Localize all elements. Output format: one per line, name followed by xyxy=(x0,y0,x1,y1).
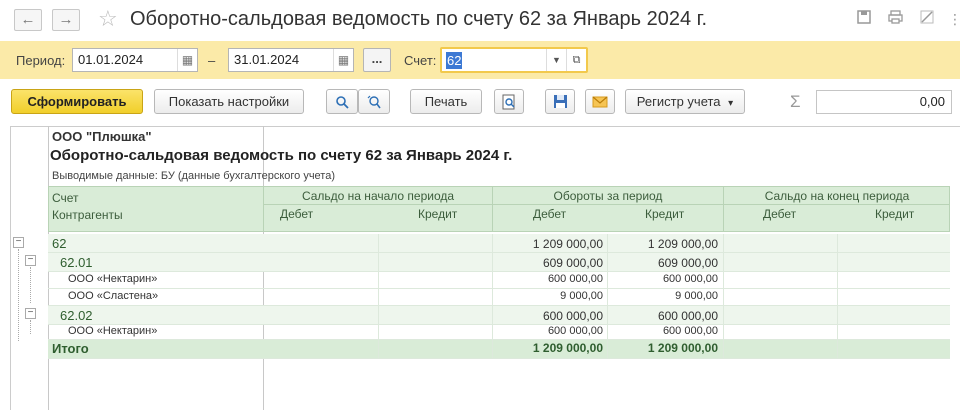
report-heading: Оборотно-сальдовая ведомость по счету 62… xyxy=(50,147,513,164)
registry-label: Регистр учета xyxy=(636,94,721,109)
debit-turnover: 9 000,00 xyxy=(560,290,603,302)
window-title: Оборотно-сальдовая ведомость по счету 62… xyxy=(130,8,708,30)
header-debit: Дебет xyxy=(280,207,314,221)
forward-arrow-icon[interactable]: → xyxy=(52,9,80,31)
debit-turnover: 600 000,00 xyxy=(547,325,603,337)
header-account: Счет xyxy=(52,191,79,205)
credit-turnover: 600 000,00 xyxy=(662,273,718,285)
calendar-icon[interactable]: ▦ xyxy=(333,49,353,71)
favorite-star-icon[interactable]: ☆ xyxy=(98,6,118,32)
period-label: Период: xyxy=(16,53,66,68)
sum-icon: Σ xyxy=(790,92,801,111)
back-arrow-icon[interactable]: ← xyxy=(14,9,42,31)
more-icon[interactable]: ⋮ xyxy=(946,10,960,28)
open-icon[interactable]: ⧉ xyxy=(566,49,586,71)
send-email-button[interactable] xyxy=(585,89,615,114)
calendar-icon[interactable]: ▦ xyxy=(177,49,197,71)
organization-name: ООО "Плюшка" xyxy=(52,129,152,144)
total-debit-turnover: 1 209 000,00 xyxy=(532,341,603,355)
collapse-icon[interactable]: − xyxy=(13,237,24,248)
row-counterparty: ООО «Нектарин» xyxy=(68,325,158,337)
header-credit: Кредит xyxy=(645,207,685,221)
header-opening-balance: Сальдо на начало периода xyxy=(301,189,455,203)
preview-icon xyxy=(502,94,515,110)
row-subaccount: 62.01 xyxy=(60,255,93,270)
debit-turnover: 600 000,00 xyxy=(542,309,603,323)
account-value: 62 xyxy=(446,52,463,69)
total-label: Итого xyxy=(52,341,89,356)
row-counterparty: ООО «Сластена» xyxy=(68,290,159,302)
search-icon xyxy=(336,96,349,109)
registry-dropdown-button[interactable]: Регистр учета ▾ xyxy=(625,89,745,114)
envelope-icon xyxy=(592,96,608,108)
save-icon xyxy=(553,95,567,108)
account-field[interactable]: 62 ▼ ⧉ xyxy=(440,47,588,73)
credit-turnover: 9 000,00 xyxy=(675,290,718,302)
credit-turnover: 1 209 000,00 xyxy=(647,237,718,251)
chevron-down-icon: ▾ xyxy=(728,98,734,109)
link-icon[interactable] xyxy=(918,10,936,28)
show-settings-button[interactable]: Показать настройки xyxy=(154,89,304,114)
row-account: 62 xyxy=(52,236,67,251)
preview-button[interactable] xyxy=(494,89,524,114)
search-next-icon xyxy=(367,95,381,109)
credit-turnover: 609 000,00 xyxy=(657,256,718,270)
sum-field[interactable]: 0,00 xyxy=(816,90,952,114)
date-from-value: 01.01.2024 xyxy=(78,52,144,67)
title-bar: ← → ☆ Оборотно-сальдовая ведомость по сч… xyxy=(0,0,960,40)
print-icon[interactable] xyxy=(886,10,904,28)
save-icon[interactable] xyxy=(855,10,873,28)
credit-turnover: 600 000,00 xyxy=(662,325,718,337)
row-counterparty: ООО «Нектарин» xyxy=(68,273,158,285)
parameters-bar: Период: 01.01.2024 ▦ – 31.01.2024 ▦ ... … xyxy=(0,41,960,79)
period-dash: – xyxy=(208,53,216,68)
debit-turnover: 1 209 000,00 xyxy=(532,237,603,251)
date-to-field[interactable]: 31.01.2024 ▦ xyxy=(228,48,354,72)
debit-turnover: 600 000,00 xyxy=(547,273,603,285)
header-closing-balance: Сальдо на конец периода xyxy=(764,189,910,203)
generate-button[interactable]: Сформировать xyxy=(11,89,143,114)
report-data-note: Выводимые данные: БУ (данные бухгалтерск… xyxy=(52,170,335,182)
dropdown-arrow-icon[interactable]: ▼ xyxy=(546,49,566,71)
credit-turnover: 600 000,00 xyxy=(657,309,718,323)
account-label: Счет: xyxy=(404,53,437,68)
date-from-field[interactable]: 01.01.2024 ▦ xyxy=(72,48,198,72)
print-button[interactable]: Печать xyxy=(410,89,482,114)
collapse-icon[interactable]: − xyxy=(25,255,36,266)
save-report-button[interactable] xyxy=(545,89,575,114)
header-debit: Дебет xyxy=(763,207,797,221)
debit-turnover: 609 000,00 xyxy=(542,256,603,270)
header-credit: Кредит xyxy=(418,207,458,221)
select-period-button[interactable]: ... xyxy=(363,48,391,72)
header-counterparties: Контрагенты xyxy=(52,208,123,222)
total-credit-turnover: 1 209 000,00 xyxy=(647,341,718,355)
header-credit: Кредит xyxy=(875,207,915,221)
search-next-button[interactable] xyxy=(358,89,390,114)
search-button[interactable] xyxy=(326,89,358,114)
header-turnover: Обороты за период xyxy=(553,189,663,203)
date-to-value: 31.01.2024 xyxy=(234,52,300,67)
row-subaccount: 62.02 xyxy=(60,308,93,323)
header-debit: Дебет xyxy=(533,207,567,221)
collapse-icon[interactable]: − xyxy=(25,308,36,319)
